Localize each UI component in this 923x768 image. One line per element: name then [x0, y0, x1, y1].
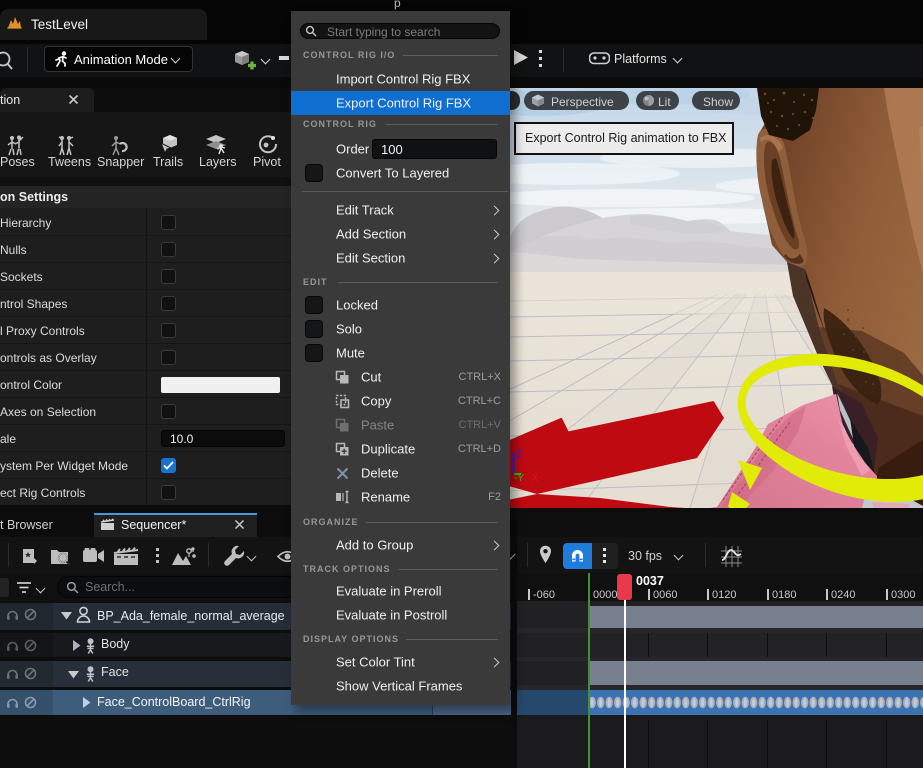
svg-text:Z: Z	[516, 449, 522, 460]
svg-text:-X: -X	[528, 473, 538, 484]
svg-text:-Y: -Y	[514, 473, 524, 484]
